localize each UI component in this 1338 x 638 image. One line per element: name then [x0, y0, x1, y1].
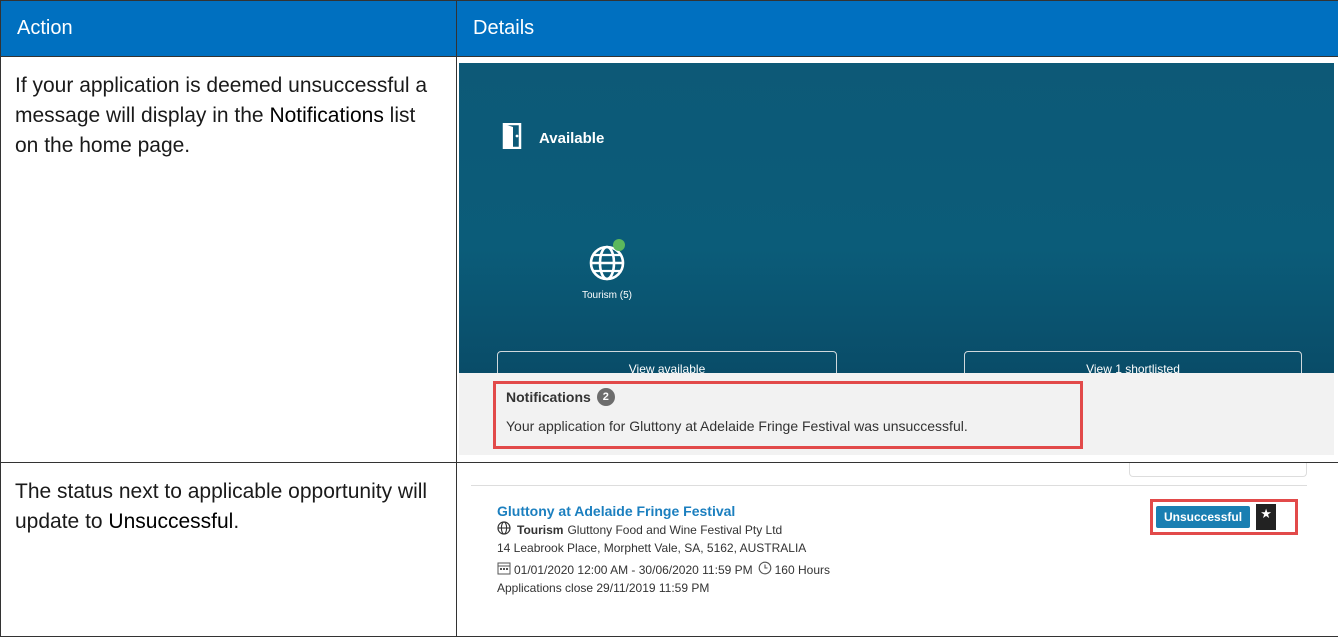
action-keyword: Notifications — [269, 104, 384, 127]
tab-edge — [1129, 463, 1307, 477]
details-header: Details — [456, 0, 1338, 57]
action-text: The status next to applicable opportunit… — [1, 463, 456, 551]
tourism-category[interactable]: Tourism (5) — [577, 239, 637, 301]
opportunity-dates-line: 01/01/2020 12:00 AM - 30/06/2020 11:59 P… — [497, 561, 830, 578]
notifications-highlight: Notifications 2 Your application for Glu… — [493, 381, 1083, 449]
opportunity-title[interactable]: Gluttony at Adelaide Fringe Festival — [497, 503, 735, 519]
calendar-icon — [497, 561, 514, 578]
online-status-dot — [613, 239, 625, 251]
opportunity-category: Tourism — [517, 522, 564, 537]
action-text: If your application is deemed unsuccessf… — [1, 57, 456, 175]
instruction-table: Action Details If your application is de… — [0, 0, 1338, 637]
globe-icon — [497, 521, 511, 538]
action-keyword: Unsuccessful — [108, 510, 234, 533]
status-badge: Unsuccessful — [1156, 506, 1251, 528]
globe-icon — [587, 245, 627, 287]
tourism-label: Tourism (5) — [581, 290, 632, 301]
header-row: Action Details — [0, 0, 1338, 57]
table-row: If your application is deemed unsuccessf… — [0, 56, 1338, 463]
details-cell: Gluttony at Adelaide Fringe Festival Tou… — [456, 462, 1338, 637]
notifications-section: Notifications 2 Your application for Glu… — [459, 373, 1334, 455]
opportunity-screenshot: Gluttony at Adelaide Fringe Festival Tou… — [457, 463, 1337, 635]
opportunity-category-line: Tourism Gluttony Food and Wine Festival … — [497, 521, 782, 538]
notifications-count-badge: 2 — [596, 388, 615, 406]
home-page-screenshot: Available Tourism (5) View available Vie… — [459, 63, 1334, 455]
divider — [471, 485, 1307, 486]
opportunity-organisation: Gluttony Food and Wine Festival Pty Ltd — [567, 522, 783, 537]
applications-close: Applications close 29/11/2019 11:59 PM — [497, 581, 710, 595]
notifications-heading: Notifications 2 — [506, 388, 1070, 406]
available-label: Available — [539, 130, 605, 147]
available-panel: Available Tourism (5) View available Vie… — [459, 63, 1334, 387]
action-text-part: . — [233, 510, 240, 533]
opportunity-dates: 01/01/2020 12:00 AM - 30/06/2020 11:59 P… — [514, 562, 753, 577]
shortlist-star-icon[interactable]: ★ — [1256, 504, 1277, 530]
status-highlight: Unsuccessful ★ — [1150, 499, 1298, 535]
action-header: Action — [0, 0, 457, 57]
action-cell: The status next to applicable opportunit… — [0, 462, 457, 637]
available-heading: Available — [501, 122, 605, 154]
table-row: The status next to applicable opportunit… — [0, 462, 1338, 637]
notification-message[interactable]: Your application for Gluttony at Adelaid… — [506, 418, 1070, 434]
opportunity-address: 14 Leabrook Place, Morphett Vale, SA, 51… — [497, 541, 807, 555]
clock-icon — [753, 561, 775, 578]
door-icon — [501, 122, 523, 154]
notifications-title: Notifications — [506, 389, 591, 405]
details-cell: Available Tourism (5) View available Vie… — [456, 56, 1338, 463]
opportunity-hours: 160 Hours — [774, 562, 830, 577]
action-cell: If your application is deemed unsuccessf… — [0, 56, 457, 463]
